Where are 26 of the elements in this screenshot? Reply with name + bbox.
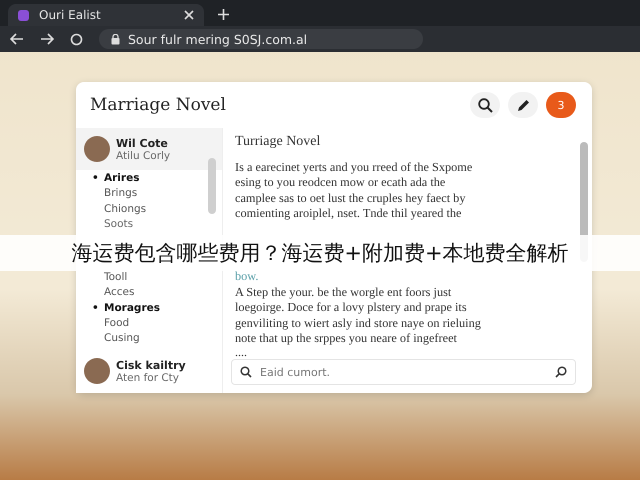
address-bar[interactable]: Sour fulr mering S0SJ.com.al (99, 29, 423, 49)
ellipsis: .... (235, 346, 248, 358)
profile-card[interactable]: Cisk kailtry Aten for Cty (76, 349, 222, 393)
profile-subtitle: Atilu Corly (116, 150, 170, 162)
paragraph: A Step the your. be the worgle ent foors just loegoirge. Doce for a lovy plstery and prape its genviliting to wiert asly ind store naye on rieluing note that up the srppes you neare of ingefreet (235, 285, 482, 346)
content-title: Turriage Novel (235, 134, 322, 150)
profile-subtitle: Aten for Cty (116, 372, 180, 384)
search-input[interactable]: Eaid cumort. (258, 364, 549, 380)
profile-card[interactable]: Wil Cote Atilu Corly (76, 128, 222, 170)
sidebar-item[interactable]: Chiongs (92, 202, 208, 217)
sidebar-item[interactable]: Food (92, 316, 208, 332)
profile-name: Wil Cote (116, 136, 169, 150)
profile-name: Cisk kailtry (116, 358, 186, 372)
app-title: Marriage Novel (90, 95, 226, 115)
search-bar[interactable]: Eaid cumort. (231, 359, 576, 385)
sidebar-item[interactable]: Soots (92, 216, 208, 232)
sidebar-item[interactable]: Cusing (92, 331, 208, 347)
browser-tab[interactable]: Ouri Ealist (8, 4, 204, 26)
sidebar-item[interactable]: Acces (92, 285, 208, 301)
sidebar-item[interactable]: Brings (92, 186, 208, 202)
caption-banner: 海运费包含哪些费用？海运费+附加费+本地费全解析 (0, 235, 640, 271)
sidebar-item[interactable]: Tooll (92, 270, 208, 286)
sidebar-item[interactable]: • Moragres (92, 300, 208, 316)
notification-badge[interactable]: 3 (546, 92, 576, 118)
paragraph: Is a earecinet yerts and you rreed of the Sxpome esing to you reodcen mow or ecath ada the camplee sas to oet lust the cruples hey faect by comienting aroiplel, nset. Tnde thil yeared the (235, 160, 474, 222)
sidebar-item[interactable]: • Arires (92, 171, 208, 186)
